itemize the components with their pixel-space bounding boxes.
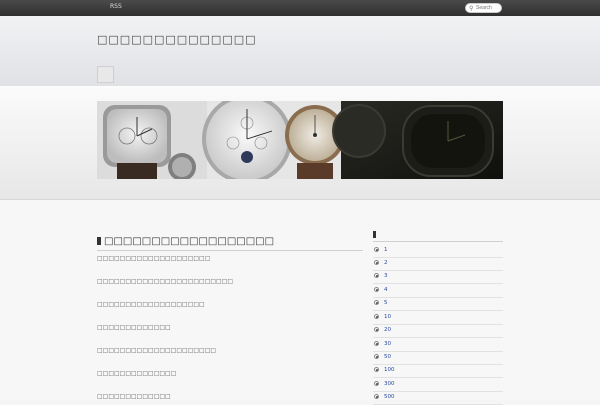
site-title[interactable]: □□□□□□□□□□□□□□ [97,33,257,46]
post-line: □□□□□□□□□□□□□□ [97,370,177,377]
bullet-icon [374,341,379,346]
sidebar-link[interactable]: 5 [373,297,503,311]
bullet-icon [374,260,379,265]
post-title[interactable]: □□□□□□□□□□□□□□□□□□ [97,236,363,251]
bullet-icon [374,247,379,252]
sidebar-link-label[interactable]: 10 [384,314,391,320]
bookmark-icon [97,237,101,245]
sidebar-link-label[interactable]: 2 [384,260,388,266]
sidebar-link-label[interactable]: 1 [384,247,388,253]
search-input[interactable] [476,4,501,12]
post-line: □□□□□□□□□□□□□ [97,324,171,331]
bullet-icon [374,354,379,359]
bullet-icon [374,287,379,292]
sidebar-link-label[interactable]: 4 [384,287,388,293]
bullet-icon [374,394,379,399]
post-title-text[interactable]: □□□□□□□□□□□□□□□□□□ [104,236,274,247]
bullet-icon [374,273,379,278]
main-content: □□□□□□□□□□□□□□□□□□ □□□□□□□□□□□□□□□□□□□□ … [0,200,600,405]
sidebar-title [373,231,503,242]
post-line: □□□□□□□□□□□□□ [97,393,171,400]
bullet-icon [374,381,379,386]
banner-image [97,101,503,179]
bullet-icon [374,367,379,372]
sidebar-link[interactable]: 300 [373,378,503,392]
bullet-icon [374,300,379,305]
sidebar-link[interactable]: 20 [373,324,503,338]
sidebar-link[interactable]: 1 [373,244,503,258]
sidebar-link-label[interactable]: 100 [384,367,395,373]
bullet-icon [374,327,379,332]
sidebar-link[interactable]: 10 [373,311,503,325]
sidebar-link-label[interactable]: 20 [384,327,391,333]
search-box[interactable]: ⚲ [465,3,502,13]
header-image-placeholder [97,66,114,83]
sidebar-link[interactable]: 50 [373,351,503,365]
post-line: □□□□□□□□□□□□□□□□□□□□ [97,255,211,262]
sidebar-link-label[interactable]: 300 [384,381,395,387]
sidebar-link[interactable]: 30 [373,338,503,352]
sidebar-link-label[interactable]: 5 [384,300,388,306]
post-line: □□□□□□□□□□□□□□□□□□□ [97,301,205,308]
sidebar-link-label[interactable]: 3 [384,273,388,279]
bookmark-icon [373,231,376,238]
top-bar: RSS ⚲ [0,0,600,16]
post-line: □□□□□□□□□□□□□□□□□□□□□ [97,347,217,354]
sidebar-link[interactable]: 100 [373,364,503,378]
bullet-icon [374,314,379,319]
sidebar-link-label[interactable]: 50 [384,354,391,360]
banner-area [0,86,600,200]
search-icon: ⚲ [469,5,474,12]
sidebar-link[interactable]: 4 [373,284,503,298]
sidebar-link-label[interactable]: 30 [384,341,391,347]
site-header: □□□□□□□□□□□□□□ [0,16,600,87]
sidebar-link[interactable]: 3 [373,270,503,284]
post-line: □□□□□□□□□□□□□□□□□□□□□□□□ [97,278,234,285]
sidebar-link-label[interactable]: 500 [384,394,395,400]
sidebar-link[interactable]: 500 [373,391,503,405]
sidebar-link[interactable]: 2 [373,257,503,271]
rss-link[interactable]: RSS [110,3,122,10]
